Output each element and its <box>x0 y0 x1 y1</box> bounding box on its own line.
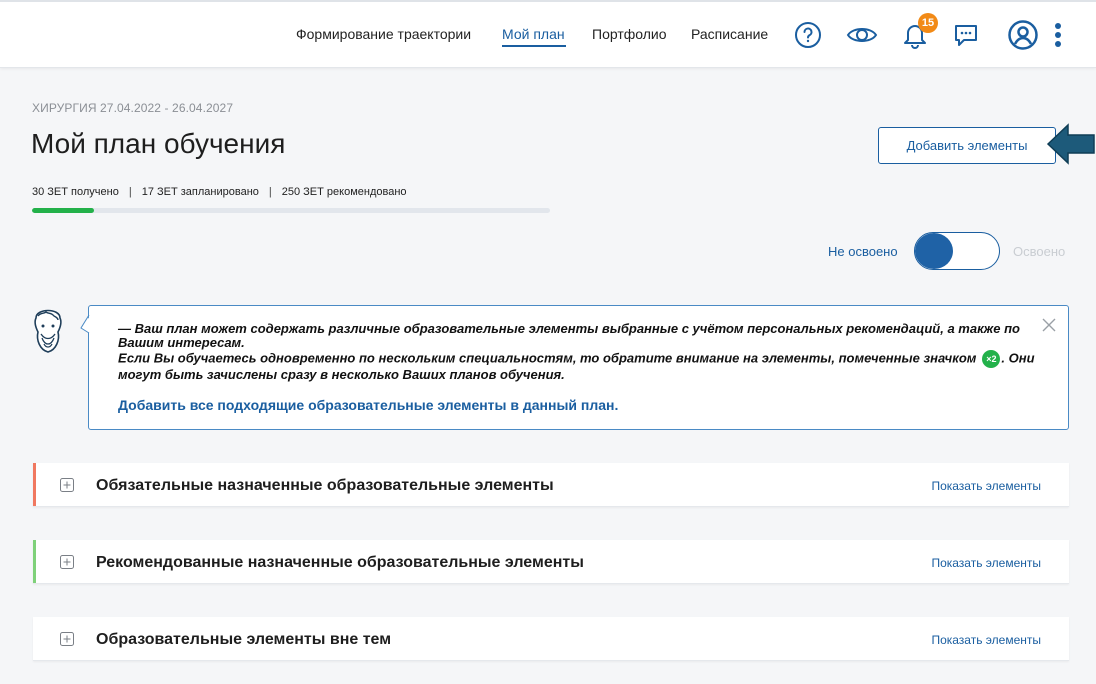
notifications-badge: 15 <box>918 13 938 33</box>
toggle-label-not-mastered: Не освоено <box>828 244 898 259</box>
zet-recommended: 250 ЗЕТ рекомендовано <box>281 186 407 198</box>
section-accent <box>33 463 36 506</box>
add-elements-button[interactable]: Добавить элементы <box>878 127 1056 164</box>
view-button[interactable] <box>845 18 879 52</box>
stats-separator: | <box>268 186 272 198</box>
zet-progress-bar <box>32 208 550 213</box>
top-divider <box>0 0 1096 2</box>
plus-square-icon[interactable] <box>60 555 74 569</box>
plus-square-icon[interactable] <box>60 478 74 492</box>
info-panel-pointer <box>80 314 92 334</box>
x2-badge-icon: ×2 <box>982 350 1001 368</box>
add-all-elements-link[interactable]: Добавить все подходящие образовательные … <box>118 397 618 413</box>
show-elements-link[interactable]: Показать элементы <box>931 633 1041 647</box>
info-line-1: — Ваш план может содержать различные обр… <box>118 321 1020 350</box>
help-button[interactable] <box>791 18 825 52</box>
profile-button[interactable] <box>1006 18 1040 52</box>
section-outside-topics[interactable]: Образовательные элементы вне тем Показат… <box>33 617 1069 661</box>
section-title: Рекомендованные назначенные образователь… <box>96 554 584 571</box>
zet-stats: 30 ЗЕТ получено | 17 ЗЕТ запланировано |… <box>32 186 407 198</box>
nav-portfolio[interactable]: Портфолио <box>592 26 667 42</box>
section-recommended[interactable]: Рекомендованные назначенные образователь… <box>33 540 1069 584</box>
nav-schedule[interactable]: Расписание <box>691 26 768 42</box>
nav-trajectory[interactable]: Формирование траектории <box>296 26 471 42</box>
section-title: Образовательные элементы вне тем <box>96 631 392 648</box>
section-accent <box>33 540 36 583</box>
breadcrumb: ХИРУРГИЯ 27.04.2022 - 26.04.2027 <box>32 101 234 115</box>
info-message: — Ваш план может содержать различные обр… <box>118 322 1038 382</box>
close-icon[interactable] <box>1040 316 1058 334</box>
chat-icon <box>955 25 977 46</box>
show-elements-link[interactable]: Показать элементы <box>931 556 1041 570</box>
zet-progress-fill <box>32 208 95 213</box>
eye-icon <box>846 28 878 42</box>
pointer-arrow-icon <box>1046 123 1095 165</box>
more-menu-button[interactable] <box>1046 18 1070 52</box>
section-title: Обязательные назначенные образовательные… <box>96 477 554 494</box>
messages-button[interactable] <box>949 18 983 52</box>
page-title: Мой план обучения <box>31 128 286 159</box>
zet-received: 30 ЗЕТ получено <box>32 186 119 198</box>
toggle-knob[interactable] <box>915 233 953 269</box>
help-icon <box>795 22 821 48</box>
toggle-label-mastered: Освоено <box>1013 244 1066 259</box>
more-vertical-icon <box>1055 23 1061 47</box>
nav-active-underline <box>502 45 566 47</box>
plus-square-icon[interactable] <box>60 632 74 646</box>
info-line-2: Если Вы обучаетесь одновременно по неско… <box>118 350 977 366</box>
zet-planned: 17 ЗЕТ запланировано <box>141 186 259 198</box>
stats-separator: | <box>128 186 132 198</box>
user-icon <box>1008 20 1038 50</box>
avatar-sage-icon <box>34 309 62 353</box>
show-elements-link[interactable]: Показать элементы <box>931 479 1041 493</box>
nav-my-plan[interactable]: Мой план <box>502 26 565 42</box>
section-accent <box>33 617 36 660</box>
section-mandatory[interactable]: Обязательные назначенные образовательные… <box>33 463 1069 507</box>
